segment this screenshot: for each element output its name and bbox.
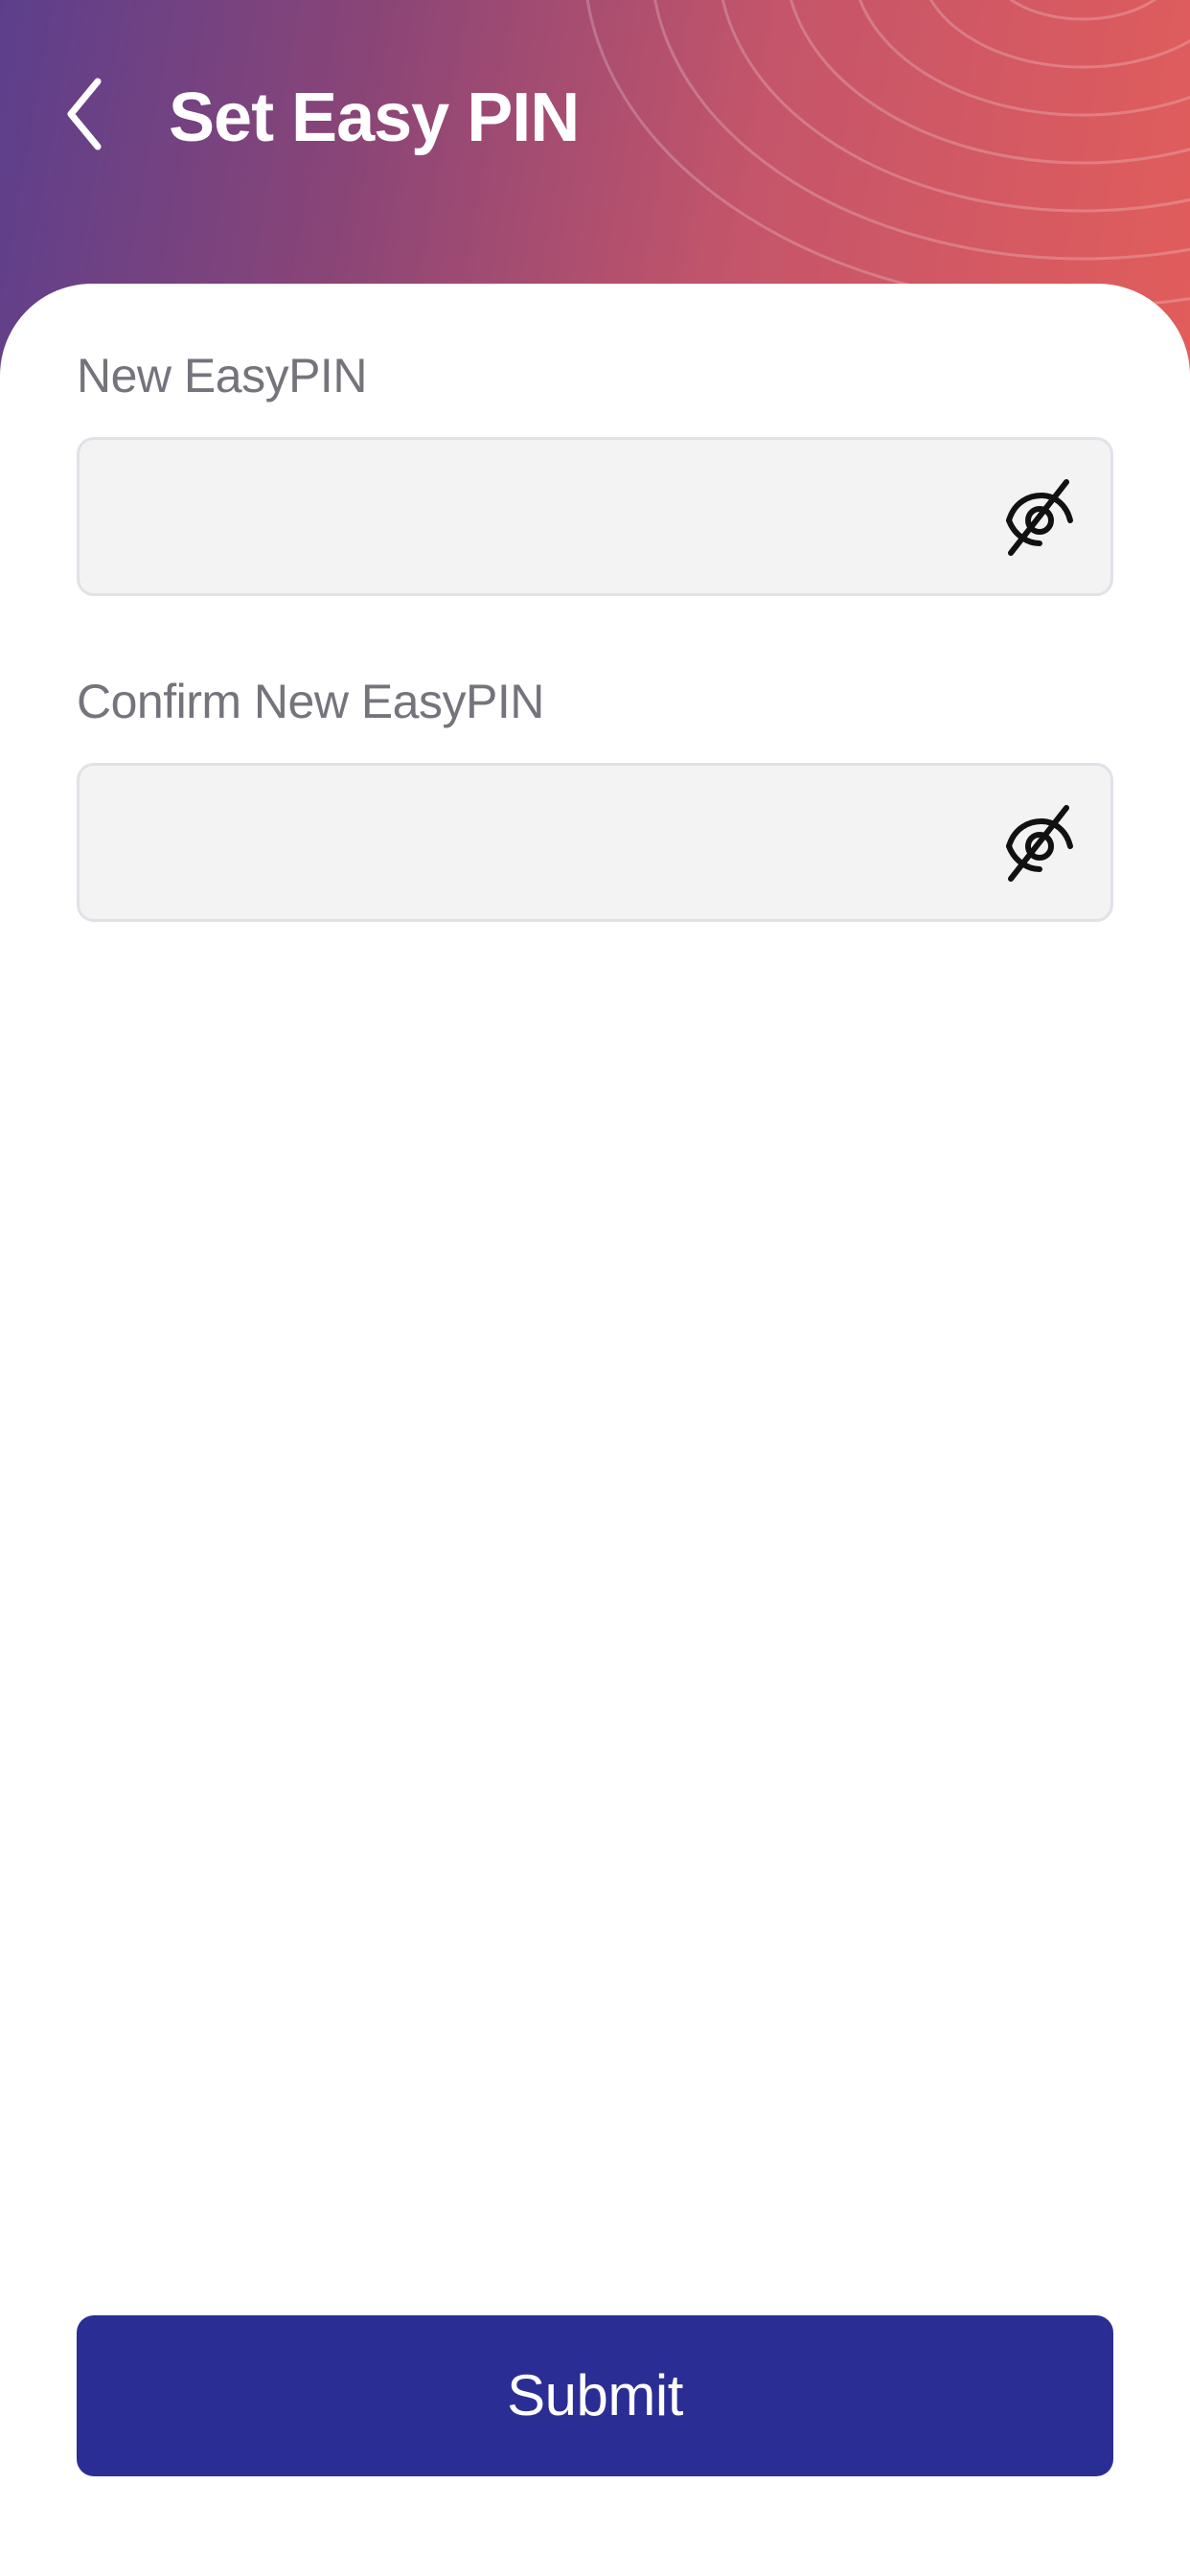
eye-off-icon — [1006, 479, 1073, 556]
page-title: Set Easy PIN — [169, 80, 580, 156]
new-pin-label: New EasyPIN — [77, 349, 367, 402]
eye-off-icon — [1006, 805, 1073, 882]
set-easy-pin-screen: Set Easy PIN New EasyPIN Confirm New Eas… — [0, 0, 1190, 2576]
confirm-pin-input[interactable] — [108, 766, 974, 921]
confirm-pin-field[interactable] — [77, 763, 1113, 922]
new-pin-input[interactable] — [108, 440, 974, 595]
confirm-pin-label: Confirm New EasyPIN — [77, 675, 544, 728]
submit-button-label: Submit — [507, 2363, 683, 2427]
chevron-left-icon — [67, 78, 102, 150]
confirm-pin-visibility-toggle[interactable] — [997, 802, 1078, 883]
form-card: New EasyPIN Confirm New EasyPIN — [0, 284, 1190, 2576]
submit-button[interactable]: Submit — [77, 2315, 1113, 2476]
new-pin-visibility-toggle[interactable] — [997, 476, 1078, 557]
back-button[interactable] — [56, 71, 113, 157]
new-pin-field[interactable] — [77, 437, 1113, 596]
